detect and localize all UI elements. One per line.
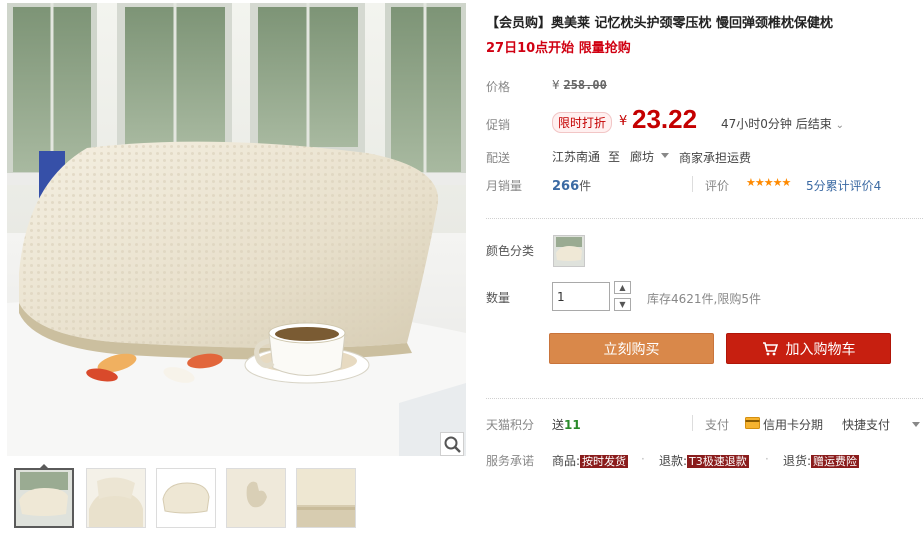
quantity-increase-button[interactable]: ▲ (614, 281, 631, 294)
points-number: 11 (564, 418, 581, 432)
promo-tag: 限时打折 (552, 112, 613, 133)
countdown[interactable]: 47小时0分钟 后结束 ⌄ (721, 115, 844, 132)
buy-now-button[interactable]: 立刻购买 (549, 333, 714, 364)
service-refund-badge: T3极速退款 (687, 455, 749, 468)
original-price-currency: ¥ (552, 78, 560, 92)
divider (486, 218, 923, 219)
service-goods-prefix: 商品: (552, 454, 581, 468)
countdown-text: 47小时0分钟 后结束 (721, 117, 832, 131)
original-price-value: 258.00 (563, 78, 607, 92)
rating-summary[interactable]: 5分累计评价4 (806, 177, 881, 194)
payment-credit-installment[interactable]: 信用卡分期 (763, 416, 823, 433)
product-title: 【会员购】奥美莱 记忆枕头护颈零压枕 慢回弹颈椎枕保健枕 (486, 16, 834, 31)
thumbnail-image (87, 469, 145, 527)
rating-score: 5分 (806, 179, 826, 193)
service-return[interactable]: 退货: 赠运费险 (783, 452, 860, 469)
price-label: 价格 (486, 80, 511, 94)
thumbnail-5[interactable] (296, 468, 356, 528)
shipping-label: 配送 (486, 151, 511, 165)
shipping-to-word: 至 (608, 150, 621, 164)
service-refund[interactable]: 退款: T3极速退款 (659, 452, 749, 469)
promo-price-currency: ¥ (619, 114, 628, 129)
promo-price: 23.22 (632, 104, 698, 134)
service-label: 服务承诺 (486, 454, 535, 468)
thumbnail-2[interactable] (86, 468, 146, 528)
thumbnail-3[interactable] (156, 468, 216, 528)
thumbnail-image (227, 469, 285, 527)
quantity-label: 数量 (486, 291, 511, 305)
quantity-input[interactable] (552, 282, 610, 311)
rating-stars: ★★★★★ (746, 176, 791, 189)
thumbnail-image (157, 469, 215, 527)
service-refund-prefix: 退款: (659, 454, 688, 468)
service-return-prefix: 退货: (783, 454, 812, 468)
points-prefix: 送 (552, 418, 565, 432)
arrow-up-icon: ▲ (619, 283, 626, 292)
shipping-fee: 商家承担运费 (679, 151, 752, 165)
color-option-image (554, 236, 584, 266)
divider (692, 415, 693, 431)
credit-card-icon (745, 417, 760, 432)
thumbnail-image (16, 470, 72, 526)
divider (692, 176, 693, 192)
color-label: 颜色分类 (486, 244, 535, 258)
rating-label: 评价 (705, 179, 730, 193)
payment-label: 支付 (705, 418, 730, 432)
thumbnail-1[interactable] (14, 468, 74, 528)
thumbnail-image (297, 469, 355, 527)
main-product-image[interactable] (7, 3, 466, 456)
quantity-decrease-button[interactable]: ▼ (614, 298, 631, 311)
original-price: ¥ 258.00 (552, 78, 607, 92)
product-subtitle: 27日10点开始 限量抢购 (486, 41, 631, 56)
stock-info: 库存4621件,限购5件 (647, 292, 761, 306)
rating-count: 累计评价4 (825, 179, 882, 193)
thumbnail-4[interactable] (226, 468, 286, 528)
chevron-down-icon: ⌄ (835, 120, 844, 131)
add-to-cart-button[interactable]: 加入购物车 (726, 333, 891, 364)
shipping-destination-select[interactable]: 廊坊 (630, 148, 654, 165)
cart-icon (762, 341, 778, 356)
divider (486, 398, 923, 399)
sales-label: 月销量 (486, 179, 523, 193)
color-option-swatch[interactable] (553, 235, 585, 267)
zoom-button[interactable] (440, 432, 464, 456)
sales-count: 266件 (552, 177, 591, 194)
arrow-down-icon: ▼ (619, 300, 626, 309)
points-value: 送11 (552, 416, 581, 433)
add-to-cart-label: 加入购物车 (785, 341, 856, 358)
destination-caret-icon[interactable] (661, 153, 669, 158)
service-return-badge: 赠运费险 (811, 455, 860, 468)
payment-quick-pay[interactable]: 快捷支付 (842, 416, 890, 433)
separator-dot: · (641, 452, 645, 466)
thumbnail-strip (14, 468, 466, 530)
sales-number: 266 (552, 179, 580, 194)
service-goods[interactable]: 商品: 按时发货 (552, 452, 629, 469)
separator-dot: · (765, 452, 769, 466)
sales-unit: 件 (579, 179, 592, 193)
pillow-photo (7, 3, 466, 456)
points-label: 天猫积分 (486, 418, 535, 432)
shipping-from: 江苏南通 (552, 150, 601, 164)
zoom-icon (444, 436, 461, 453)
buy-now-label: 立刻购买 (603, 341, 660, 358)
promo-label: 促销 (486, 118, 511, 132)
service-goods-badge: 按时发货 (580, 455, 629, 468)
payment-more-caret-icon[interactable] (912, 422, 920, 427)
